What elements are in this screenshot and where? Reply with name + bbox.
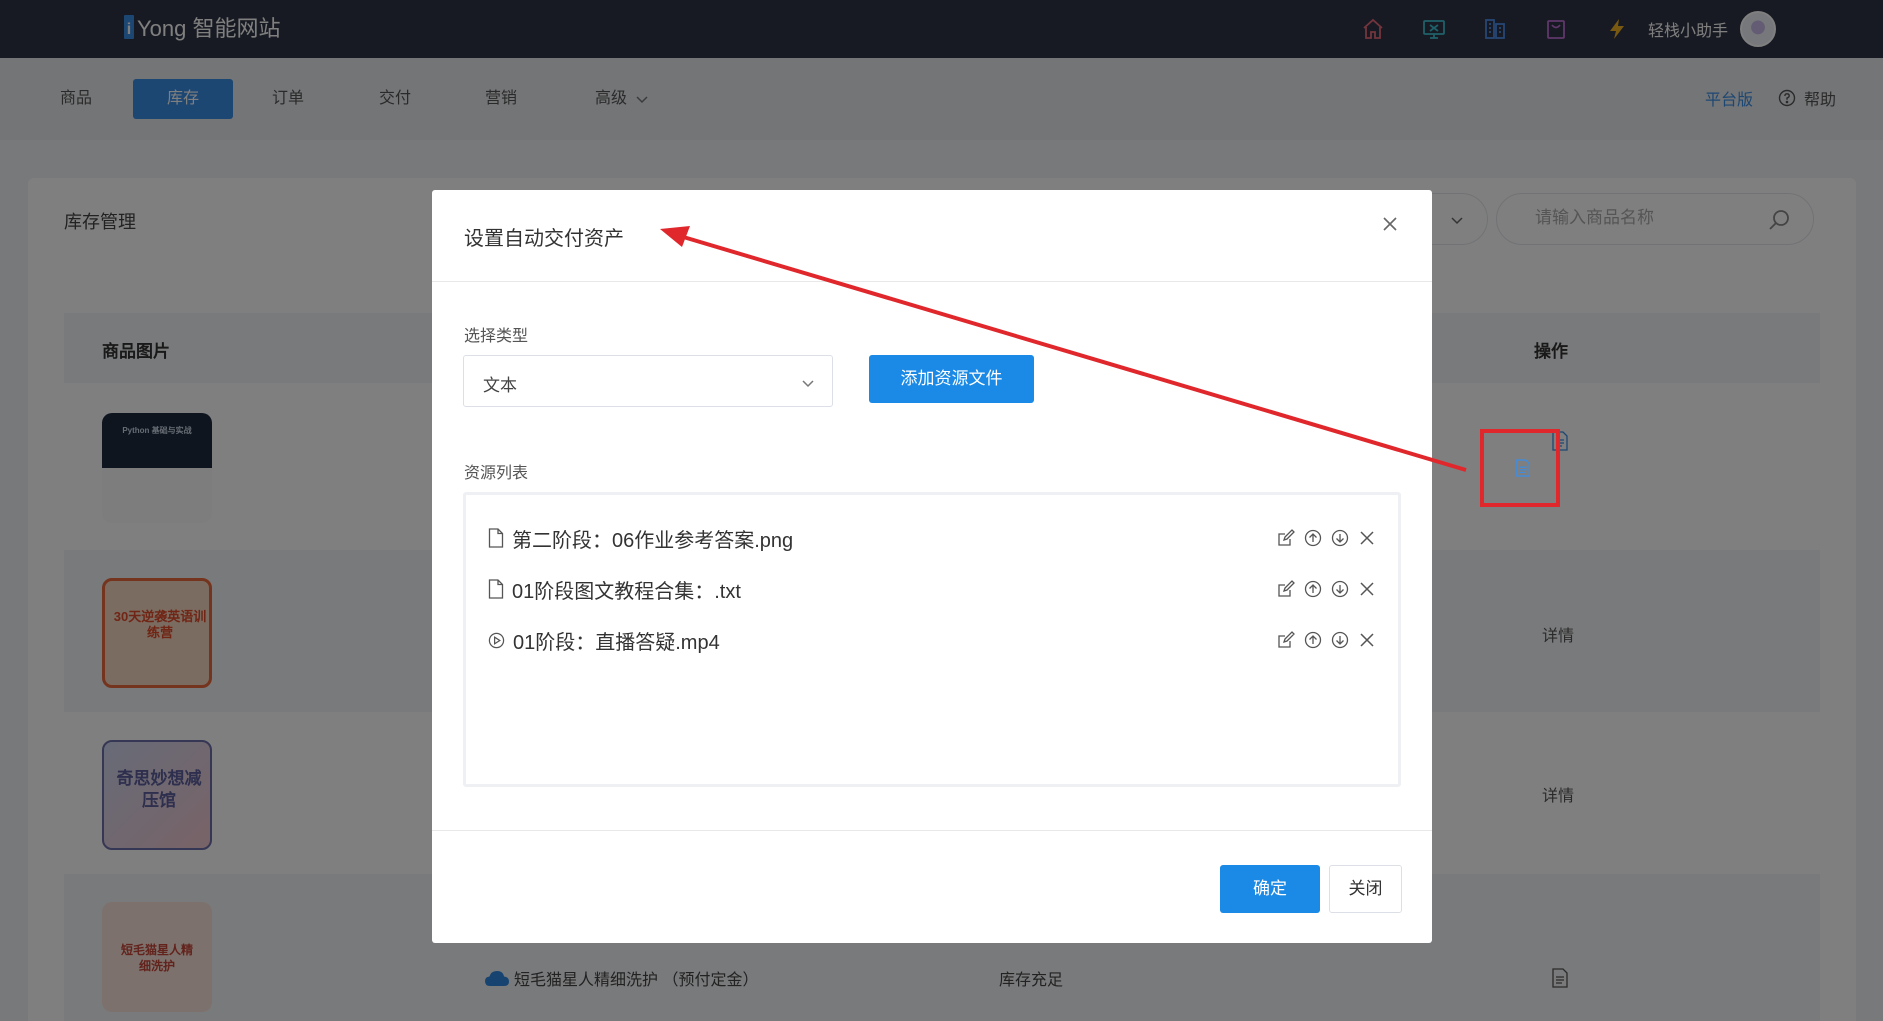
resource-list-label: 资源列表 [464,465,529,482]
resource-actions [1276,627,1384,653]
delete-icon[interactable] [1357,579,1377,599]
edit-icon[interactable] [1276,579,1296,599]
close-button[interactable]: 关闭 [1329,865,1402,913]
arrow-up-circle-icon[interactable] [1303,630,1323,650]
dialog-close-button[interactable] [1378,212,1402,236]
resource-name: 01阶段：直播答疑.mp4 [513,631,720,654]
play-icon [488,632,505,648]
file-icon [488,528,504,548]
list-item[interactable]: 第二阶段：06作业参考答案.png [488,525,794,552]
confirm-button[interactable]: 确定 [1220,865,1320,913]
file-icon [488,579,504,599]
close-icon [1383,217,1397,231]
resource-list: 第二阶段：06作业参考答案.png 01阶段图文教程合集：.txt 01阶段：直… [463,492,1401,787]
delete-icon[interactable] [1357,528,1377,548]
auto-delivery-dialog: 设置自动交付资产 选择类型 文本 添加资源文件 资源列表 第二阶段：06作业参考… [432,190,1432,943]
dialog-title: 设置自动交付资产 [464,228,624,250]
edit-icon[interactable] [1276,528,1296,548]
resource-actions [1276,576,1384,602]
delete-icon[interactable] [1357,630,1377,650]
resource-name: 01阶段图文教程合集：.txt [512,580,741,603]
dialog-footer-divider [432,830,1432,831]
type-select[interactable]: 文本 [463,355,833,407]
list-item[interactable]: 01阶段图文教程合集：.txt [488,576,741,603]
arrow-up-circle-icon[interactable] [1303,528,1323,548]
resource-name: 第二阶段：06作业参考答案.png [512,529,794,552]
arrow-up-circle-icon[interactable] [1303,579,1323,599]
type-select-value: 文本 [483,376,517,395]
dialog-header-divider [432,281,1432,282]
list-item[interactable]: 01阶段：直播答疑.mp4 [488,627,720,654]
chevron-down-icon [802,380,814,388]
arrow-down-circle-icon[interactable] [1330,630,1350,650]
arrow-down-circle-icon[interactable] [1330,579,1350,599]
type-label: 选择类型 [464,328,529,345]
annotation-highlight-box [1480,429,1560,507]
arrow-down-circle-icon[interactable] [1330,528,1350,548]
resource-actions [1276,525,1384,551]
edit-icon[interactable] [1276,630,1296,650]
add-resource-button[interactable]: 添加资源文件 [869,355,1034,403]
